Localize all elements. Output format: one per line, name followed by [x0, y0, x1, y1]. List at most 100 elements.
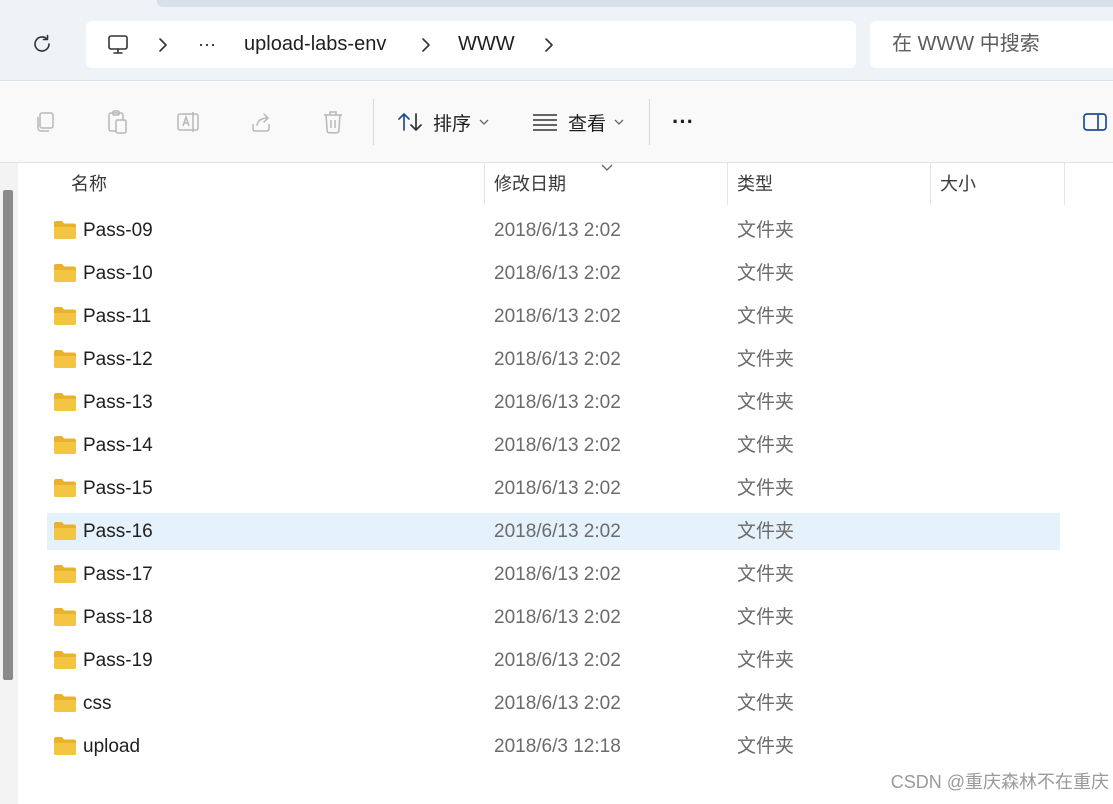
delete-icon — [324, 111, 342, 134]
file-date: 2018/6/13 2:02 — [494, 392, 621, 413]
column-header-type[interactable]: 类型 — [737, 163, 773, 205]
refresh-icon — [34, 34, 50, 52]
column-header-date[interactable]: 修改日期 — [494, 163, 566, 205]
file-date: 2018/6/13 2:02 — [494, 220, 621, 241]
file-type: 文件夹 — [737, 607, 795, 628]
file-list: Pass-082018/6/13 2:02文件夹Pass-092018/6/13… — [47, 185, 1065, 804]
chevron-right-icon[interactable] — [156, 37, 170, 58]
column-divider[interactable] — [484, 163, 485, 205]
computer-icon[interactable] — [106, 33, 130, 62]
file-type: 文件夹 — [737, 220, 795, 241]
file-name[interactable]: Pass-10 — [83, 255, 153, 292]
file-name[interactable]: css — [83, 685, 112, 722]
more-options-button[interactable]: ··· — [672, 102, 694, 142]
file-name[interactable]: Pass-13 — [83, 384, 153, 421]
paste-button[interactable] — [102, 107, 132, 137]
search-input[interactable] — [892, 21, 1112, 68]
rename-icon — [177, 112, 199, 132]
paste-icon — [108, 110, 127, 134]
sort-button[interactable]: 排序 — [397, 102, 489, 142]
search-box[interactable] — [870, 21, 1113, 68]
sort-caret-icon — [601, 164, 613, 171]
file-row[interactable]: upload 2018/6/3 12:18 文件夹 — [47, 728, 1060, 765]
file-row[interactable]: Pass-12 2018/6/13 2:02 文件夹 — [47, 341, 1060, 378]
breadcrumb-item-www[interactable]: WWW — [458, 21, 515, 68]
file-date: 2018/6/13 2:02 — [494, 650, 621, 671]
details-pane-button[interactable] — [1080, 107, 1110, 137]
file-type: 文件夹 — [737, 521, 795, 542]
file-row[interactable]: Pass-15 2018/6/13 2:02 文件夹 — [47, 470, 1060, 507]
file-row[interactable]: Pass-10 2018/6/13 2:02 文件夹 — [47, 255, 1060, 292]
file-row[interactable]: Pass-11 2018/6/13 2:02 文件夹 — [47, 298, 1060, 335]
file-name[interactable]: Pass-09 — [83, 212, 153, 249]
chevron-right-icon[interactable] — [542, 37, 556, 58]
file-name[interactable]: Pass-18 — [83, 599, 153, 636]
folder-icon — [54, 307, 76, 325]
file-date: 2018/6/3 12:18 — [494, 736, 621, 757]
file-type: 文件夹 — [737, 392, 795, 413]
view-button[interactable]: 查看 — [532, 102, 624, 142]
breadcrumb-overflow[interactable]: ··· — [198, 21, 216, 68]
command-toolbar: 排序 查看 ··· — [0, 81, 1113, 163]
share-button[interactable] — [246, 107, 276, 137]
folder-icon — [54, 436, 76, 454]
file-type: 文件夹 — [737, 263, 795, 284]
file-row[interactable]: Pass-13 2018/6/13 2:02 文件夹 — [47, 384, 1060, 421]
column-header-size[interactable]: 大小 — [940, 163, 976, 205]
file-name[interactable]: Pass-15 — [83, 470, 153, 507]
file-name[interactable]: Pass-19 — [83, 642, 153, 679]
chevron-down-icon — [614, 119, 624, 125]
delete-button[interactable] — [318, 107, 348, 137]
file-date: 2018/6/13 2:02 — [494, 564, 621, 585]
breadcrumb-item-upload-labs-env[interactable]: upload-labs-env — [244, 21, 386, 68]
copy-button[interactable] — [30, 107, 60, 137]
file-row[interactable]: Pass-17 2018/6/13 2:02 文件夹 — [47, 556, 1060, 593]
file-type: 文件夹 — [737, 435, 795, 456]
toolbar-separator — [649, 99, 650, 145]
file-name[interactable]: Pass-16 — [83, 513, 153, 550]
file-date: 2018/6/13 2:02 — [494, 521, 621, 542]
toolbar-separator — [373, 99, 374, 145]
file-row[interactable]: Pass-14 2018/6/13 2:02 文件夹 — [47, 427, 1060, 464]
navigation-scrollbar[interactable] — [3, 190, 13, 680]
file-row[interactable]: Pass-18 2018/6/13 2:02 文件夹 — [47, 599, 1060, 636]
file-name[interactable]: upload — [83, 728, 140, 765]
file-name[interactable]: Pass-11 — [83, 298, 151, 335]
file-type: 文件夹 — [737, 349, 795, 370]
column-divider[interactable] — [930, 163, 931, 205]
sort-label: 排序 — [433, 113, 472, 135]
file-name[interactable]: Pass-12 — [83, 341, 153, 378]
file-type: 文件夹 — [737, 306, 795, 327]
file-row[interactable]: css 2018/6/13 2:02 文件夹 — [47, 685, 1060, 722]
file-row[interactable]: Pass-16 2018/6/13 2:02 文件夹 — [47, 513, 1060, 550]
details-pane-icon — [1083, 113, 1107, 131]
file-name[interactable]: Pass-17 — [83, 556, 153, 593]
chevron-right-icon[interactable] — [419, 37, 433, 58]
column-header: 名称 修改日期 类型 大小 — [47, 163, 1065, 205]
folder-icon — [54, 221, 76, 239]
more-icon: ··· — [672, 109, 694, 134]
breadcrumb[interactable]: ··· upload-labs-env WWW — [86, 21, 856, 68]
chevron-down-icon — [479, 119, 489, 125]
refresh-button[interactable] — [28, 30, 56, 58]
file-date: 2018/6/13 2:02 — [494, 478, 621, 499]
tab-strip-edge — [157, 0, 1113, 7]
folder-icon — [54, 264, 76, 282]
watermark: CSDN @重庆森林不在重庆 — [888, 770, 1111, 794]
file-name[interactable]: Pass-14 — [83, 427, 153, 464]
file-type: 文件夹 — [737, 478, 795, 499]
file-row[interactable]: Pass-19 2018/6/13 2:02 文件夹 — [47, 642, 1060, 679]
column-divider[interactable] — [727, 163, 728, 205]
file-date: 2018/6/13 2:02 — [494, 435, 621, 456]
file-type: 文件夹 — [737, 650, 795, 671]
file-date: 2018/6/13 2:02 — [494, 607, 621, 628]
column-divider[interactable] — [1064, 163, 1065, 205]
folder-icon — [54, 694, 76, 712]
sort-icon — [398, 113, 422, 131]
folder-icon — [54, 651, 76, 669]
column-header-name[interactable]: 名称 — [71, 163, 107, 205]
rename-button[interactable] — [174, 107, 204, 137]
folder-icon — [54, 393, 76, 411]
file-row[interactable]: Pass-09 2018/6/13 2:02 文件夹 — [47, 212, 1060, 249]
view-label: 查看 — [568, 113, 607, 135]
